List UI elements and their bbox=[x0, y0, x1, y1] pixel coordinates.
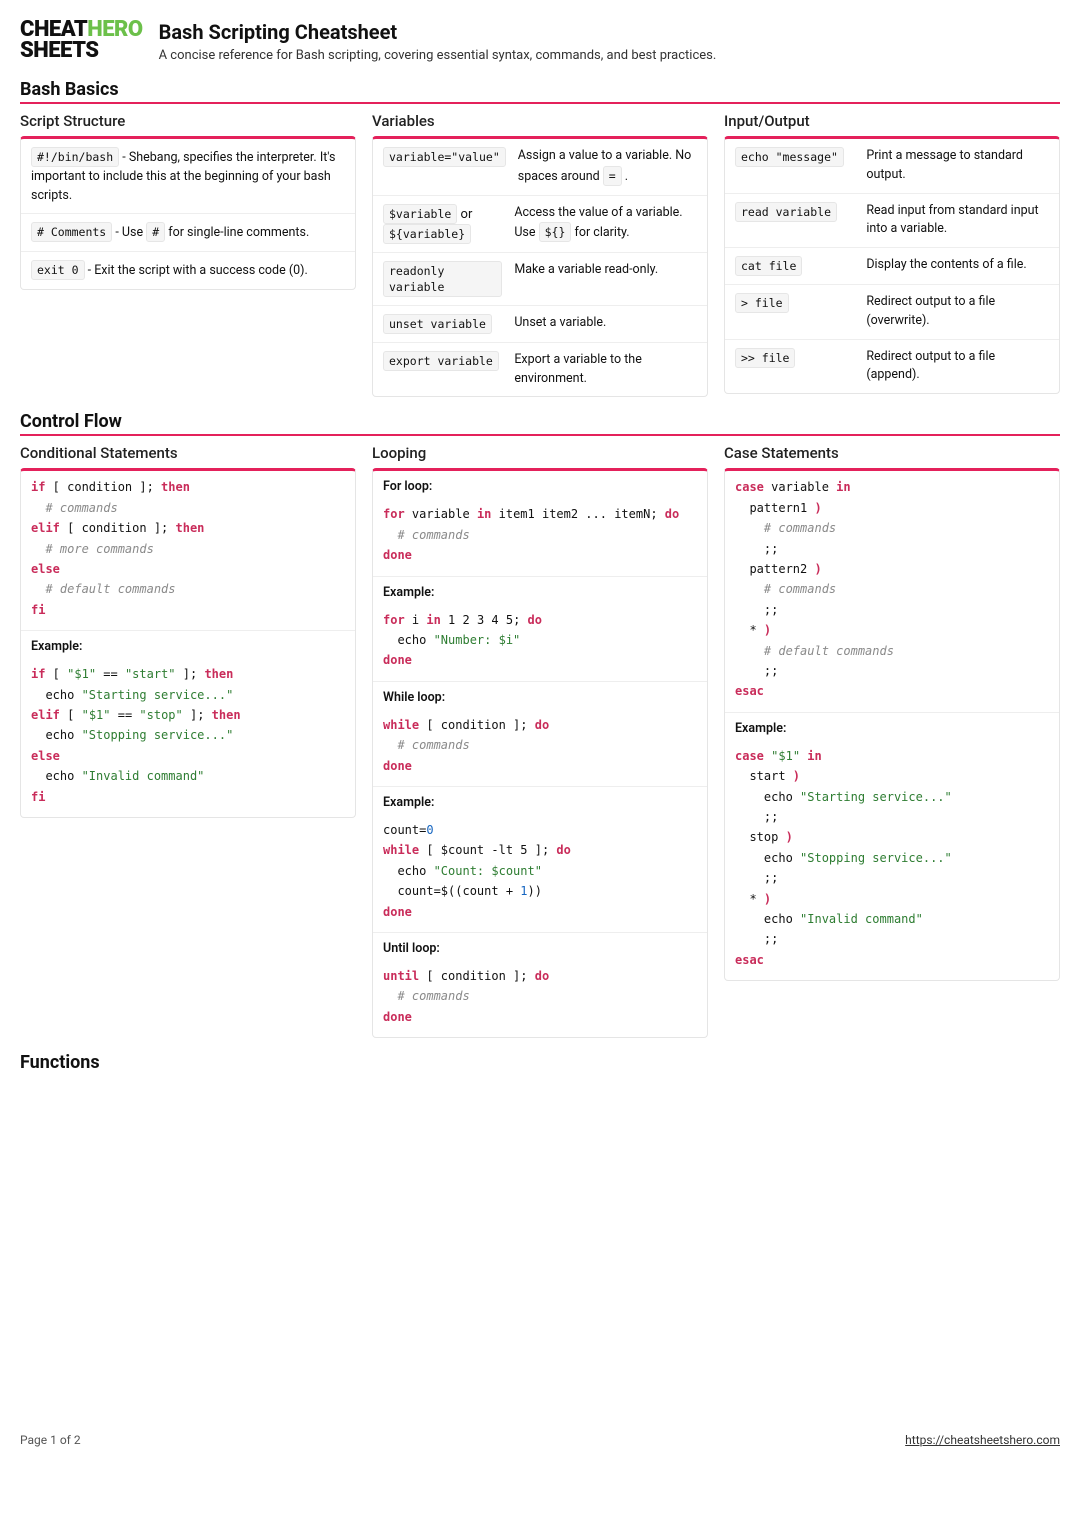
section-heading-functions: Functions bbox=[20, 1052, 1060, 1075]
subheading: Until loop: bbox=[373, 932, 707, 960]
card-title: Input/Output bbox=[724, 112, 1060, 130]
col-case: Case Statements case variable in pattern… bbox=[724, 444, 1060, 981]
code-inline: >> file bbox=[735, 348, 795, 368]
code-inline: readonly variable bbox=[383, 261, 502, 297]
page-footer: Page 1 of 2 https://cheatsheetshero.com bbox=[20, 1083, 1060, 1447]
list-item: #!/bin/bash - Shebang, specifies the int… bbox=[21, 139, 355, 214]
text: Read input from standard input into a va… bbox=[866, 202, 1049, 240]
logo-text: SHEETS bbox=[20, 38, 99, 63]
card-title: Case Statements bbox=[724, 444, 1060, 462]
text: - Use bbox=[112, 225, 146, 240]
table-row: cat file Display the contents of a file. bbox=[725, 248, 1059, 285]
section-basics-row: Script Structure #!/bin/bash - Shebang, … bbox=[20, 112, 1060, 397]
card-variables: variable="value" Assign a value to a var… bbox=[372, 136, 708, 397]
code-inline: $variable bbox=[383, 204, 457, 224]
card-script-structure: #!/bin/bash - Shebang, specifies the int… bbox=[20, 136, 356, 290]
code-inline: unset variable bbox=[383, 314, 492, 334]
subheading: For loop: bbox=[373, 471, 707, 498]
card-case: case variable in pattern1 ) # commands ;… bbox=[724, 468, 1060, 981]
code-inline: exit 0 bbox=[31, 260, 85, 280]
col-io: Input/Output echo "message" Print a messa… bbox=[724, 112, 1060, 394]
card-io: echo "message" Print a message to standar… bbox=[724, 136, 1060, 394]
code-inline: = bbox=[603, 166, 622, 186]
text: Display the contents of a file. bbox=[866, 256, 1049, 275]
col-looping: Looping For loop: for variable in item1 … bbox=[372, 444, 708, 1038]
code-inline: ${} bbox=[539, 222, 572, 242]
subheading: Example: bbox=[21, 630, 355, 658]
code-inline: # bbox=[146, 222, 165, 242]
table-row: readonly variable Make a variable read-o… bbox=[373, 253, 707, 306]
card-title: Conditional Statements bbox=[20, 444, 356, 462]
table-row: variable="value" Assign a value to a var… bbox=[373, 139, 707, 196]
code-block: for i in 1 2 3 4 5; do echo "Number: $i"… bbox=[373, 604, 707, 681]
text: Unset a variable. bbox=[514, 314, 697, 333]
page-title: Bash Scripting Cheatsheet bbox=[159, 20, 717, 44]
code-inline: cat file bbox=[735, 256, 802, 276]
code-block: if [ "$1" == "start" ]; then echo "Start… bbox=[21, 658, 355, 817]
table-row: unset variable Unset a variable. bbox=[373, 306, 707, 343]
text: Print a message to standard output. bbox=[866, 147, 1049, 185]
text: for single-line comments. bbox=[165, 225, 309, 240]
code-inline: > file bbox=[735, 293, 789, 313]
text: - Exit the script with a success code (0… bbox=[85, 263, 308, 278]
list-item: exit 0 - Exit the script with a success … bbox=[21, 252, 355, 289]
page-header: CHEATHERO SHEETS Bash Scripting Cheatshe… bbox=[20, 20, 1060, 63]
card-conditional: if [ condition ]; then # commands elif [… bbox=[20, 468, 356, 817]
section-heading-basics: Bash Basics bbox=[20, 79, 1060, 104]
code-inline: ${variable} bbox=[383, 224, 471, 244]
list-item: # Comments - Use # for single-line comme… bbox=[21, 214, 355, 252]
title-block: Bash Scripting Cheatsheet A concise refe… bbox=[159, 20, 717, 63]
subheading: While loop: bbox=[373, 681, 707, 709]
code-inline: echo "message" bbox=[735, 147, 844, 167]
card-title: Variables bbox=[372, 112, 708, 130]
subheading: Example: bbox=[725, 712, 1059, 740]
code-block: if [ condition ]; then # commands elif [… bbox=[21, 471, 355, 630]
code-block: case variable in pattern1 ) # commands ;… bbox=[725, 471, 1059, 711]
section-control-row: Conditional Statements if [ condition ];… bbox=[20, 444, 1060, 1038]
text: Redirect output to a file (append). bbox=[866, 348, 1049, 386]
code-block: for variable in item1 item2 ... itemN; d… bbox=[373, 498, 707, 575]
footer-link[interactable]: https://cheatsheetshero.com bbox=[905, 1433, 1060, 1447]
text: Redirect output to a file (overwrite). bbox=[866, 293, 1049, 331]
card-title: Looping bbox=[372, 444, 708, 462]
card-title: Script Structure bbox=[20, 112, 356, 130]
table-row: read variable Read input from standard in… bbox=[725, 194, 1059, 249]
code-inline: read variable bbox=[735, 202, 837, 222]
section-heading-control: Control Flow bbox=[20, 411, 1060, 436]
text: for clarity. bbox=[571, 225, 629, 240]
text: Make a variable read-only. bbox=[514, 261, 697, 280]
code-inline: variable="value" bbox=[383, 147, 506, 167]
logo: CHEATHERO SHEETS bbox=[20, 20, 143, 62]
table-row: > file Redirect output to a file (overwri… bbox=[725, 285, 1059, 340]
code-block: case "$1" in start ) echo "Starting serv… bbox=[725, 740, 1059, 980]
page-number: Page 1 of 2 bbox=[20, 1433, 81, 1447]
col-variables: Variables variable="value" Assign a valu… bbox=[372, 112, 708, 397]
table-row: echo "message" Print a message to standar… bbox=[725, 139, 1059, 194]
code-block: while [ condition ]; do # commands done bbox=[373, 709, 707, 786]
table-row: export variable Export a variable to the… bbox=[373, 343, 707, 397]
table-row: >> file Redirect output to a file (append… bbox=[725, 340, 1059, 394]
subheading: Example: bbox=[373, 786, 707, 814]
code-block: until [ condition ]; do # commands done bbox=[373, 960, 707, 1037]
col-conditional: Conditional Statements if [ condition ];… bbox=[20, 444, 356, 817]
subheading: Example: bbox=[373, 576, 707, 604]
table-row: $variable or ${variable} Access the valu… bbox=[373, 196, 707, 253]
text: . bbox=[622, 169, 628, 184]
text: or bbox=[457, 207, 472, 222]
text: Export a variable to the environment. bbox=[514, 351, 697, 389]
card-looping: For loop: for variable in item1 item2 ..… bbox=[372, 468, 708, 1038]
col-script-structure: Script Structure #!/bin/bash - Shebang, … bbox=[20, 112, 356, 290]
code-inline: #!/bin/bash bbox=[31, 147, 119, 167]
code-inline: # Comments bbox=[31, 222, 112, 242]
page-subtitle: A concise reference for Bash scripting, … bbox=[159, 48, 717, 63]
code-block: count=0 while [ $count -lt 5 ]; do echo … bbox=[373, 814, 707, 932]
code-inline: export variable bbox=[383, 351, 499, 371]
